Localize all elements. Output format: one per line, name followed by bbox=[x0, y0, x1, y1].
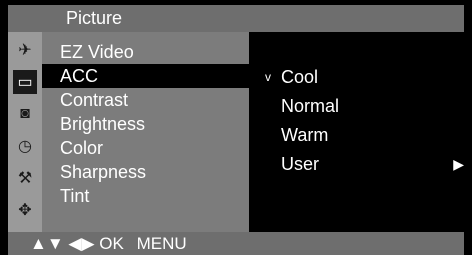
option-cool[interactable]: v Cool bbox=[249, 64, 464, 90]
nav-arrows-icon: ▲▼ ◀▶ bbox=[30, 234, 95, 253]
menu-label: MENU bbox=[136, 234, 187, 253]
option-label: Cool bbox=[281, 67, 319, 87]
satellite-icon[interactable]: ✈ bbox=[13, 38, 37, 62]
menu-item-label: Tint bbox=[60, 186, 90, 206]
arrow-right-icon: ▶ bbox=[453, 156, 464, 172]
option-user[interactable]: User ▶ bbox=[249, 151, 464, 177]
option-label: Normal bbox=[281, 96, 340, 116]
menu-item-contrast[interactable]: Contrast bbox=[42, 88, 249, 112]
speaker-icon[interactable]: ◙ bbox=[13, 102, 37, 126]
menu-item-label: Contrast bbox=[60, 90, 129, 110]
key-icon[interactable]: ⚒ bbox=[13, 166, 37, 190]
menu-item-label: EZ Video bbox=[60, 42, 134, 62]
menu-item-label: Brightness bbox=[60, 114, 146, 134]
menu-item-sharpness[interactable]: Sharpness bbox=[42, 160, 249, 184]
footer-bar: ▲▼ ◀▶ OK MENU bbox=[8, 232, 464, 255]
option-normal[interactable]: Normal bbox=[249, 93, 464, 119]
osd-panel: Picture ✈ ▭ ◙ ◷ ⚒ ✥ EZ Video ACC Contras… bbox=[0, 0, 472, 255]
menu-item-label: Sharpness bbox=[60, 162, 147, 182]
submenu-column: v Cool Normal Warm User ▶ bbox=[249, 32, 464, 232]
menu-item-label: ACC bbox=[60, 66, 99, 86]
icon-column: ✈ ▭ ◙ ◷ ⚒ ✥ bbox=[8, 32, 42, 232]
menu-column: EZ Video ACC Contrast Brightness Color S… bbox=[42, 32, 249, 232]
option-label: Warm bbox=[281, 125, 329, 145]
menu-item-acc[interactable]: ACC bbox=[42, 64, 249, 88]
page-title: Picture bbox=[66, 8, 123, 28]
navigation-icons: ▲▼ ◀▶ OK MENU bbox=[30, 232, 187, 255]
menu-item-ez-video[interactable]: EZ Video bbox=[42, 40, 249, 64]
option-label: User bbox=[281, 154, 320, 174]
option-warm[interactable]: Warm bbox=[249, 122, 464, 148]
clock-icon[interactable]: ◷ bbox=[13, 134, 37, 158]
check-mark-icon: v bbox=[265, 70, 271, 84]
menu-item-label: Color bbox=[60, 138, 104, 158]
menu-item-tint[interactable]: Tint bbox=[42, 184, 249, 208]
ok-label: OK bbox=[99, 234, 124, 253]
screen-icon[interactable]: ▭ bbox=[13, 70, 37, 94]
menu-item-color[interactable]: Color bbox=[42, 136, 249, 160]
title-bar: Picture bbox=[8, 5, 464, 32]
menu-item-brightness[interactable]: Brightness bbox=[42, 112, 249, 136]
settings-icon[interactable]: ✥ bbox=[13, 198, 37, 222]
